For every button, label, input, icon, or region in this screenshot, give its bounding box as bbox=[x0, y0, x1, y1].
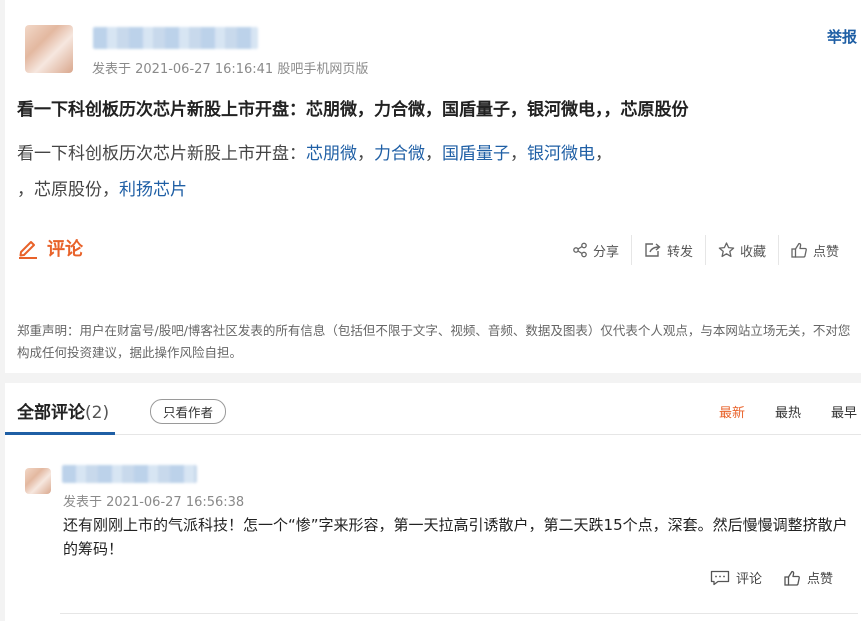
stock-link-guodunliangzi[interactable]: 国盾量子 bbox=[442, 144, 510, 164]
comment-label: 评论 bbox=[47, 239, 83, 260]
forward-button[interactable]: 转发 bbox=[632, 234, 705, 266]
post-body: 看一下科创板历次芯片新股上市开盘：芯朋微，力合微，国盾量子，银河微电， ，芯原股… bbox=[17, 136, 837, 208]
sort-options: 最新 最热 最早 bbox=[719, 402, 857, 421]
stock-link-yinheweidian[interactable]: 银河微电 bbox=[527, 144, 595, 164]
avatar[interactable] bbox=[25, 25, 73, 73]
disclaimer: 郑重声明：用户在财富号/股吧/博客社区发表的所有信息（包括但不限于文字、视频、音… bbox=[17, 323, 851, 360]
comment-text: 还有刚刚上市的气派科技！怎一个“惨”字来形容，第一天拉高引诱散户，第二天跌15个… bbox=[63, 516, 848, 558]
star-icon bbox=[718, 242, 735, 258]
comment-like-button[interactable]: 点赞 bbox=[784, 568, 833, 587]
forward-icon bbox=[644, 242, 662, 258]
comment-actions: 评论 点赞 bbox=[710, 568, 833, 587]
post-meta: 发表于 2021-06-27 16:16:41 股吧手机网页版 bbox=[92, 62, 369, 77]
stock-link-liyangxinpian[interactable]: 利扬芯片 bbox=[119, 180, 187, 200]
stock-link-liheweI[interactable]: 力合微 bbox=[374, 144, 425, 164]
post-title: 看一下科创板历次芯片新股上市开盘：芯朋微，力合微，国盾量子，银河微电，，芯原股份 bbox=[17, 100, 689, 120]
thumbs-up-icon bbox=[791, 242, 808, 258]
post-actions: 分享 转发 收藏 点赞 bbox=[560, 234, 851, 266]
share-icon bbox=[572, 242, 588, 258]
stock-link-xinyuangufen: 芯原股份 bbox=[34, 180, 102, 200]
divider bbox=[60, 613, 858, 614]
post-body-line-1: 看一下科创板历次芯片新股上市开盘：芯朋微，力合微，国盾量子，银河微电， bbox=[17, 144, 612, 164]
comment-button[interactable]: 评论 bbox=[17, 235, 83, 261]
comment-meta: 发表于 2021-06-27 16:56:38 bbox=[63, 495, 245, 510]
like-button[interactable]: 点赞 bbox=[779, 234, 851, 266]
comments-card: 全部评论(2) 只看作者 最新 最热 最早 发表于 2021-06-27 16:… bbox=[5, 383, 861, 621]
stock-link-xinpengwei[interactable]: 芯朋微 bbox=[306, 144, 357, 164]
comment-count: (2) bbox=[85, 403, 110, 423]
comment-bubble-icon bbox=[710, 570, 730, 586]
author-name-blurred[interactable] bbox=[93, 27, 258, 49]
share-button[interactable]: 分享 bbox=[560, 234, 631, 266]
tab-all-comments[interactable]: 全部评论(2) bbox=[17, 398, 109, 423]
sort-hottest[interactable]: 最热 bbox=[775, 402, 801, 421]
thumbs-up-icon bbox=[784, 570, 801, 586]
sort-oldest[interactable]: 最早 bbox=[831, 402, 857, 421]
report-button[interactable]: 举报 bbox=[827, 26, 857, 47]
post-card: 举报 发表于 2021-06-27 16:16:41 股吧手机网页版 看一下科创… bbox=[5, 0, 861, 373]
pencil-icon bbox=[17, 237, 39, 259]
comments-tab-bar: 全部评论(2) 只看作者 最新 最热 最早 bbox=[5, 383, 861, 435]
post-body-line-2: ，芯原股份，利扬芯片 bbox=[17, 180, 187, 200]
commenter-avatar[interactable] bbox=[25, 468, 51, 494]
sort-newest[interactable]: 最新 bbox=[719, 402, 745, 421]
favorite-button[interactable]: 收藏 bbox=[706, 234, 778, 266]
commenter-name-blurred[interactable] bbox=[62, 465, 197, 483]
reply-button[interactable]: 评论 bbox=[710, 568, 762, 587]
only-author-button[interactable]: 只看作者 bbox=[150, 399, 227, 424]
active-tab-underline bbox=[5, 432, 115, 435]
